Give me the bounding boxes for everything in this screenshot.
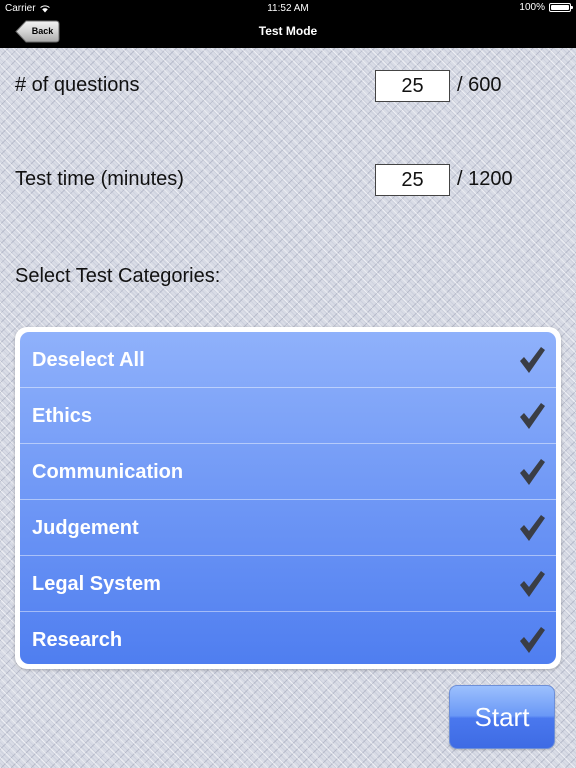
questions-label: # of questions [15,74,140,96]
start-button[interactable]: Start [449,685,555,749]
battery-percent: 100% [519,2,545,13]
category-label: Communication [32,461,184,483]
category-row-communication[interactable]: Communication [20,444,556,500]
checkmark-icon [520,459,545,485]
category-row-deselect-all[interactable]: Deselect All [20,332,556,388]
category-label: Research [32,629,123,651]
category-label: Judgement [32,517,139,539]
checkmark-icon [520,403,545,429]
test-time-field[interactable]: 25 [375,164,450,196]
checkmark-icon [520,515,545,541]
category-label: Legal System [32,573,161,595]
categories-panel: Deselect All Ethics Communication Judgem… [15,327,561,669]
category-label: Ethics [32,405,93,427]
questions-max-label: / 600 [457,74,502,96]
checkmark-icon [520,627,545,653]
category-row-ethics[interactable]: Ethics [20,388,556,444]
status-battery: 100% [519,2,573,13]
page-title: Test Mode [258,24,318,38]
checkmark-icon [520,347,545,373]
category-row-research[interactable]: Research [20,612,556,664]
category-row-legal-system[interactable]: Legal System [20,556,556,612]
checkmark-icon [520,571,545,597]
battery-icon [549,3,573,12]
category-label: Deselect All [32,349,145,371]
test-time-label: Test time (minutes) [15,168,184,190]
status-time: 11:52 AM [267,3,309,14]
navigation-bar: Carrier 11:52 AM 100% Back Test Mode [0,0,576,48]
questions-count-field[interactable]: 25 [375,70,450,102]
categories-list: Deselect All Ethics Communication Judgem… [20,332,556,664]
start-button-label: Start [474,702,530,732]
categories-heading: Select Test Categories: [15,265,221,287]
test-time-max-label: / 1200 [457,168,513,190]
category-row-judgement[interactable]: Judgement [20,500,556,556]
